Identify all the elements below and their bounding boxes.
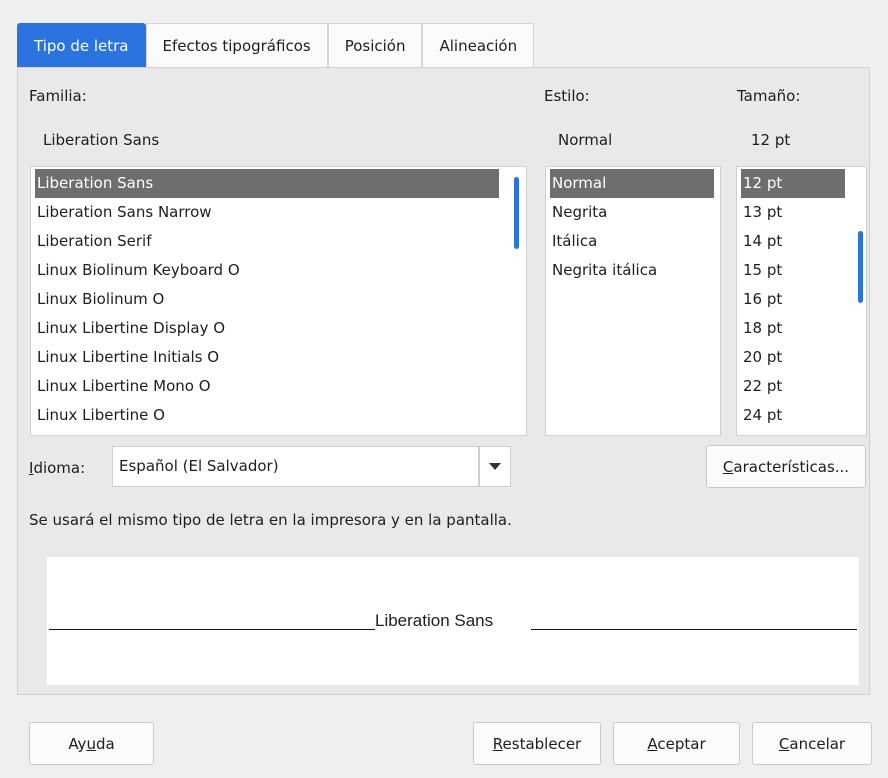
size-listbox[interactable]: 12 pt 13 pt 14 pt 15 pt 16 pt 18 pt 20 p…	[736, 166, 867, 436]
chevron-down-icon	[489, 463, 501, 470]
style-value[interactable]: Normal	[558, 131, 612, 149]
family-listbox[interactable]: Liberation Sans Liberation Sans Narrow L…	[30, 166, 527, 436]
size-list-item[interactable]: 15 pt	[741, 256, 782, 285]
family-list-item[interactable]: Liberation Serif	[35, 227, 152, 256]
size-list-item[interactable]: 20 pt	[741, 343, 782, 372]
tab-font[interactable]: Tipo de letra	[17, 23, 146, 67]
style-list-item[interactable]: Negrita itálica	[550, 256, 657, 285]
cancel-button-label: Cancelar	[778, 734, 846, 753]
family-label: Familia:	[29, 87, 87, 105]
features-button-label-rest: aracterísticas...	[733, 457, 850, 476]
ok-button-label: Aceptar	[647, 734, 706, 753]
size-label: Tamaño:	[737, 87, 801, 105]
font-preview: Liberation Sans	[47, 557, 859, 685]
preview-text: Liberation Sans	[375, 611, 494, 630]
family-list-item[interactable]: Linux Libertine Initials O	[35, 343, 219, 372]
font-tab-panel: Familia: Estilo: Tamaño: Liberation Sans…	[17, 67, 870, 695]
cancel-button[interactable]: Cancelar	[752, 722, 872, 765]
family-list-item[interactable]: Liberation Sans Narrow	[35, 198, 212, 227]
family-list-item[interactable]: Linux Libertine O	[35, 401, 165, 430]
style-list-item[interactable]: Normal	[550, 169, 714, 198]
style-list-item[interactable]: Itálica	[550, 227, 597, 256]
help-button-label: Ayuda	[68, 734, 115, 753]
size-list-item[interactable]: 14 pt	[741, 227, 782, 256]
tab-font-effects[interactable]: Efectos tipográficos	[145, 23, 328, 67]
tab-alignment[interactable]: Alineación	[422, 23, 535, 67]
info-text: Se usará el mismo tipo de letra en la im…	[29, 511, 512, 529]
size-value[interactable]: 12 pt	[751, 131, 790, 149]
reset-button[interactable]: Restablecer	[473, 722, 601, 765]
size-list-item[interactable]: 13 pt	[741, 198, 782, 227]
size-scrollbar[interactable]	[858, 231, 863, 303]
family-list-item[interactable]: Linux Biolinum Keyboard O	[35, 256, 240, 285]
preview-baseline-right	[531, 629, 857, 630]
size-list-item[interactable]: 18 pt	[741, 314, 782, 343]
preview-baseline-left	[49, 629, 375, 630]
family-list-item[interactable]: Linux Libertine Mono O	[35, 372, 211, 401]
size-list-item[interactable]: 22 pt	[741, 372, 782, 401]
help-button[interactable]: Ayuda	[29, 722, 154, 765]
style-list-item[interactable]: Negrita	[550, 198, 607, 227]
family-list-item[interactable]: Linux Biolinum O	[35, 285, 164, 314]
ok-button[interactable]: Aceptar	[613, 722, 740, 765]
size-list-item[interactable]: 12 pt	[741, 169, 845, 198]
tab-bar: Tipo de letra Efectos tipográficos Posic…	[17, 23, 535, 68]
family-list-item[interactable]: Linux Libertine Display O	[35, 314, 225, 343]
language-dropdown-button[interactable]	[479, 446, 511, 487]
tab-position[interactable]: Posición	[327, 23, 423, 67]
style-label: Estilo:	[544, 87, 590, 105]
reset-button-label: Restablecer	[492, 734, 582, 753]
size-list-item[interactable]: 16 pt	[741, 285, 782, 314]
size-list-item[interactable]: 24 pt	[741, 401, 782, 430]
language-combobox[interactable]: Español (El Salvador)	[112, 446, 479, 487]
family-value[interactable]: Liberation Sans	[43, 131, 159, 149]
language-label: Idioma:	[29, 459, 86, 477]
features-button[interactable]: Características...	[706, 445, 866, 488]
family-scrollbar[interactable]	[514, 177, 519, 249]
family-list-item[interactable]: Liberation Sans	[35, 169, 499, 198]
style-listbox[interactable]: Normal Negrita Itálica Negrita itálica	[545, 166, 721, 436]
language-label-rest: dioma:	[33, 459, 86, 477]
features-button-label: Características...	[722, 457, 850, 476]
